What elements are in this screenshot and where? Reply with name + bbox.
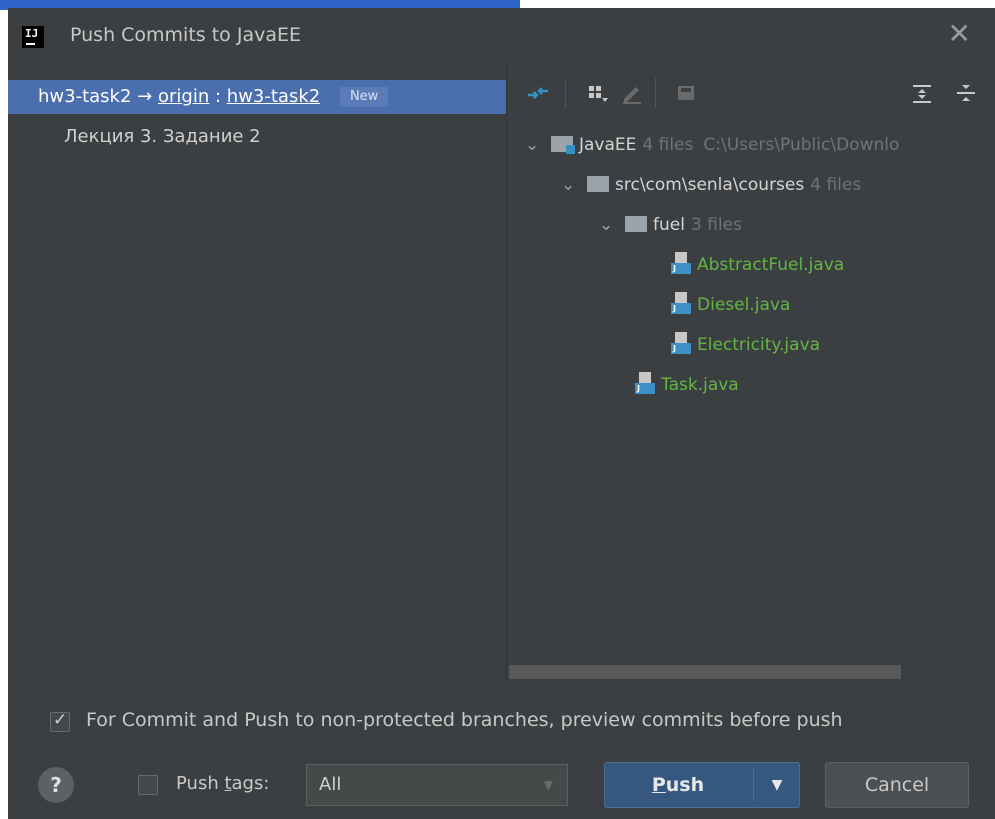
- target-branch-link[interactable]: hw3-task2: [227, 86, 320, 107]
- tree-file-node[interactable]: J Diesel.java: [671, 290, 790, 320]
- push-label-rest: ush: [665, 774, 705, 796]
- dialog-footer: ✓ For Commit and Push to non-protected b…: [8, 683, 995, 819]
- tree-file-node[interactable]: J Electricity.java: [671, 330, 820, 360]
- file-name: Task.java: [661, 375, 739, 395]
- root-path: C:\Users\Public\Downlo: [703, 135, 900, 155]
- preview-commits-checkbox[interactable]: ✓: [50, 710, 70, 732]
- edit-icon[interactable]: [619, 80, 645, 106]
- push-button-label[interactable]: Push: [605, 763, 751, 807]
- root-name: JavaEE: [579, 135, 637, 155]
- toolbar-separator: [655, 78, 656, 108]
- tree-root-node[interactable]: ⌄ JavaEE 4 files C:\Users\Public\Downlo: [525, 130, 899, 160]
- java-file-icon: J: [671, 332, 691, 354]
- file-name: Electricity.java: [697, 335, 821, 355]
- push-tags-mnemonic: t: [224, 773, 232, 794]
- changes-toolbar: [507, 64, 995, 120]
- title-bar: IJ Push Commits to JavaEE ✕: [8, 8, 995, 64]
- toolbar-separator: [565, 78, 566, 108]
- dialog-title: Push Commits to JavaEE: [70, 24, 301, 46]
- tree-file-node[interactable]: J AbstractFuel.java: [671, 250, 844, 280]
- new-badge: New: [339, 87, 389, 107]
- chevron-down-icon[interactable]: ⌄: [561, 170, 575, 200]
- java-file-icon: J: [671, 252, 691, 274]
- close-icon[interactable]: ✕: [948, 20, 971, 48]
- file-name: AbstractFuel.java: [697, 255, 845, 275]
- changes-pane: ⌄ JavaEE 4 files C:\Users\Public\Downlo ⌄ sr…: [507, 64, 995, 683]
- tree-package-node[interactable]: ⌄ src\com\senla\courses 4 files: [561, 170, 861, 200]
- root-count: 4 files: [642, 135, 694, 155]
- tags-select[interactable]: All ▼: [306, 764, 568, 806]
- save-icon[interactable]: [673, 80, 699, 106]
- collapse-all-icon[interactable]: [953, 80, 979, 106]
- folder-name: fuel: [653, 215, 685, 235]
- push-tags-label-part: Push: [176, 773, 225, 794]
- tree-file-node[interactable]: J Task.java: [635, 370, 739, 400]
- branch-row[interactable]: hw3-task2 → origin : hw3-task2 New: [8, 80, 506, 114]
- commit-item[interactable]: Лекция 3. Задание 2: [64, 126, 261, 147]
- cancel-button[interactable]: Cancel: [825, 762, 969, 808]
- folder-icon: [587, 176, 609, 192]
- branch-colon: :: [214, 86, 222, 107]
- local-branch: hw3-task2: [38, 86, 132, 107]
- commits-pane: hw3-task2 → origin : hw3-task2 New Лекци…: [8, 64, 506, 683]
- push-tags-label-part: ags:: [231, 773, 270, 794]
- push-commits-dialog: IJ Push Commits to JavaEE ✕ hw3-task2 → …: [8, 8, 995, 819]
- java-file-icon: J: [635, 372, 655, 394]
- push-tags-label[interactable]: Push tags:: [176, 773, 269, 794]
- chevron-down-icon[interactable]: ⌄: [599, 210, 613, 240]
- file-name: Diesel.java: [697, 295, 791, 315]
- module-folder-icon: [551, 136, 575, 154]
- package-count: 4 files: [810, 175, 862, 195]
- sync-icon[interactable]: [525, 80, 551, 106]
- checkmark-icon: ✓: [53, 710, 68, 730]
- push-button[interactable]: Push ▼: [604, 762, 800, 808]
- horizontal-scrollbar[interactable]: [509, 665, 901, 679]
- group-by-icon[interactable]: [585, 80, 611, 106]
- branch-arrow: →: [137, 86, 153, 107]
- help-button[interactable]: ?: [38, 767, 74, 803]
- folder-icon: [625, 216, 647, 232]
- chevron-down-icon: ▼: [543, 778, 553, 792]
- intellij-app-icon: IJ: [22, 26, 44, 48]
- java-file-icon: J: [671, 292, 691, 314]
- app-icon-text: IJ: [25, 27, 39, 40]
- push-button-divider: [753, 769, 754, 801]
- push-tags-checkbox[interactable]: [138, 775, 158, 795]
- chevron-down-icon[interactable]: ⌄: [525, 130, 539, 160]
- push-dropdown-arrow-icon[interactable]: ▼: [757, 763, 797, 807]
- preview-commits-label[interactable]: For Commit and Push to non-protected bra…: [86, 709, 843, 731]
- remote-link[interactable]: origin: [158, 86, 209, 107]
- folder-count: 3 files: [690, 215, 742, 235]
- push-mnemonic: P: [651, 774, 666, 796]
- package-name: src\com\senla\courses: [615, 175, 805, 195]
- tags-select-value: All: [319, 774, 342, 795]
- tree-folder-node[interactable]: ⌄ fuel 3 files: [599, 210, 742, 240]
- expand-all-icon[interactable]: [909, 80, 935, 106]
